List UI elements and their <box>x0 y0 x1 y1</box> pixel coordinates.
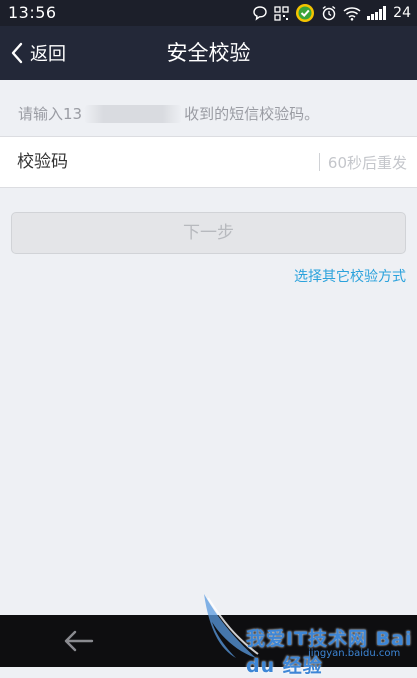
verification-code-label: 校验码 <box>17 152 68 172</box>
alarm-icon <box>322 5 336 21</box>
back-button[interactable]: 返回 <box>10 26 66 80</box>
back-label: 返回 <box>30 44 66 65</box>
next-step-button[interactable]: 下一步 <box>11 212 406 254</box>
chat-bubble-icon <box>253 6 267 21</box>
sms-hint: 请输入13 收到的短信校验码。 <box>18 103 319 124</box>
title-bar: 返回 安全校验 <box>0 26 417 80</box>
system-nav-bar <box>0 615 417 667</box>
nav-back-arrow-icon[interactable] <box>62 627 96 655</box>
verification-code-input[interactable] <box>90 145 304 181</box>
status-time: 13:56 <box>8 3 57 22</box>
status-icons: 24 <box>252 2 411 24</box>
resend-divider <box>318 153 320 171</box>
sms-hint-suffix: 收到的短信校验码。 <box>184 105 320 123</box>
signal-icon <box>367 6 387 20</box>
status-bar: 13:56 24 <box>0 0 417 26</box>
resend-countdown-button[interactable]: 60秒后重发 <box>328 152 407 173</box>
other-verification-method-link[interactable]: 选择其它校验方式 <box>294 266 406 286</box>
masked-phone-number <box>84 104 183 123</box>
chevron-left-icon <box>11 42 23 64</box>
wifi-icon <box>343 6 361 21</box>
qr-scan-icon <box>274 5 289 21</box>
sms-hint-prefix: 请输入13 <box>18 105 83 123</box>
security-app-icon <box>296 4 315 22</box>
resend-area: 60秒后重发 <box>318 137 407 187</box>
battery-level: 24 <box>393 5 411 21</box>
verification-code-row: 校验码 60秒后重发 <box>0 136 417 188</box>
